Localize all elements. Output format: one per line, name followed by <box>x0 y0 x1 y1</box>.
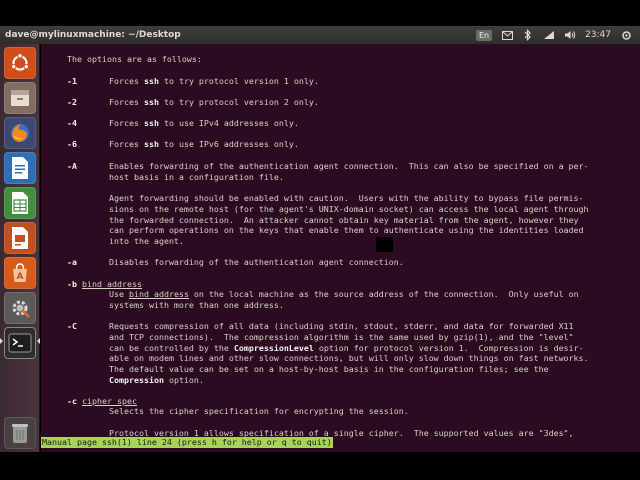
option-argument: cipher_spec <box>82 396 137 406</box>
option-6: -6 Forces ssh to use IPv6 addresses only. <box>67 139 299 150</box>
option-text: Use <box>109 289 129 299</box>
option-flag: -a <box>67 257 77 267</box>
option-text: The default value can be set on a host-b… <box>109 364 549 374</box>
config-keyword: Compression <box>109 375 164 385</box>
option-b-description: Use bind_address on the local machine as… <box>109 289 579 300</box>
keyboard-layout-indicator[interactable]: En <box>475 29 493 41</box>
option-text: sions on the remote host (for the agent'… <box>109 204 589 214</box>
letterbox-top <box>0 0 640 26</box>
option-C: -C Requests compression of all data (incl… <box>67 321 574 332</box>
option-argument: bind_address <box>128 289 189 299</box>
option-text: Enables forwarding of the authentication… <box>109 161 589 171</box>
letterbox-bottom <box>0 452 640 480</box>
option-flag: -1 <box>67 76 77 86</box>
option-4: -4 Forces ssh to use IPv4 addresses only. <box>67 118 299 129</box>
svg-text:A: A <box>17 272 24 282</box>
option-2: -2 Forces ssh to try protocol version 2 o… <box>67 97 319 108</box>
focused-indicator <box>37 338 40 344</box>
option-text: host basis in a configuration file. <box>109 172 284 182</box>
running-indicator <box>0 338 3 344</box>
option-flag: -2 <box>67 97 77 107</box>
option-text: on the local machine as the source addre… <box>188 289 579 299</box>
option-text: to try protocol version 1 only. <box>158 76 319 86</box>
option-text: Forces <box>109 97 144 107</box>
option-A: -A Enables forwarding of the authenticati… <box>67 161 589 172</box>
option-text: Agent forwarding should be enabled with … <box>109 193 584 203</box>
terminal-icon[interactable] <box>4 327 36 359</box>
unity-launcher: A <box>0 44 40 452</box>
option-text: and TCP connections). The compression al… <box>109 332 574 342</box>
libreoffice-calc-icon[interactable] <box>4 187 36 219</box>
option-text: can perform operations on the keys that … <box>109 225 584 235</box>
command-name: ssh <box>143 76 159 86</box>
software-center-icon[interactable]: A <box>4 257 36 289</box>
option-text: able on modem lines and other slow conne… <box>109 353 589 363</box>
bluetooth-icon[interactable] <box>522 29 534 41</box>
ubuntu-dash-icon[interactable] <box>4 47 36 79</box>
clock[interactable]: 23:47 <box>585 26 611 44</box>
config-keyword: CompressionLevel <box>233 343 314 353</box>
libreoffice-writer-icon[interactable] <box>4 152 36 184</box>
option-argument: bind_address <box>82 279 142 289</box>
system-tray: En 23:47 <box>475 26 632 44</box>
firefox-icon[interactable] <box>4 117 36 149</box>
option-text: into the agent. <box>109 236 184 246</box>
option-flag: -A <box>67 161 77 171</box>
option-text: Forces <box>109 76 144 86</box>
mouse-cursor-artifact <box>376 237 393 252</box>
option-text: Selects the cipher specification for enc… <box>109 406 409 416</box>
command-name: ssh <box>143 139 159 149</box>
option-text: to use IPv6 addresses only. <box>158 139 299 149</box>
man-intro: The options are as follows: <box>67 54 202 64</box>
terminal-window[interactable]: The options are as follows: -1 Forces ssh… <box>41 44 640 452</box>
files-icon[interactable] <box>4 82 36 114</box>
option-text: to try protocol version 2 only. <box>158 97 319 107</box>
option-flag: -C <box>67 321 77 331</box>
option-text: to use IPv4 addresses only. <box>158 118 299 128</box>
option-a: -a Disables forwarding of the authenticat… <box>67 257 404 268</box>
option-text: Forces <box>109 118 144 128</box>
network-icon[interactable] <box>543 29 555 41</box>
pager-status-line: Manual page ssh(1) line 24 (press h for … <box>41 437 333 448</box>
option-text: option. <box>163 375 204 385</box>
option-text: Disables forwarding of the authenticatio… <box>109 257 404 267</box>
volume-icon[interactable] <box>564 29 576 41</box>
mail-icon[interactable] <box>501 29 513 41</box>
option-C-line6: Compression option. <box>109 375 204 386</box>
command-name: ssh <box>143 118 159 128</box>
option-text: Forces <box>109 139 144 149</box>
option-flag: -c <box>67 396 77 406</box>
option-flag: -b <box>67 279 77 289</box>
option-flag: -4 <box>67 118 77 128</box>
power-gear-icon[interactable] <box>620 29 632 41</box>
option-text: option for protocol version 1. Compressi… <box>313 343 584 353</box>
window-title: dave@mylinuxmachine: ~/Desktop <box>5 30 181 40</box>
libreoffice-impress-icon[interactable] <box>4 222 36 254</box>
option-text: Requests compression of all data (includ… <box>109 321 574 331</box>
trash-icon[interactable] <box>4 417 36 449</box>
system-settings-icon[interactable] <box>4 292 36 324</box>
command-name: ssh <box>143 97 159 107</box>
option-text: can be controlled by the <box>109 343 234 353</box>
top-panel: dave@mylinuxmachine: ~/Desktop En 23:47 <box>0 26 640 44</box>
option-1: -1 Forces ssh to try protocol version 1 o… <box>67 76 319 87</box>
option-flag: -6 <box>67 139 77 149</box>
option-text: systems with more than one address. <box>109 300 284 310</box>
